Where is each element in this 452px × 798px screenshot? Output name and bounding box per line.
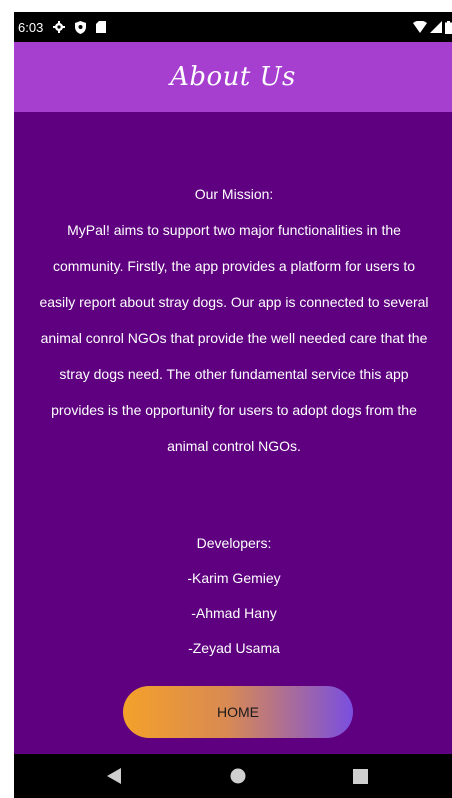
home-icon xyxy=(230,768,246,784)
about-content: Our Mission: MyPal! aims to support two … xyxy=(14,112,452,754)
home-button[interactable]: HOME xyxy=(123,686,353,738)
mission-heading: Our Mission: xyxy=(194,186,274,202)
developer-name: -Zeyad Usama xyxy=(188,640,280,656)
developer-name: -Ahmad Hany xyxy=(191,605,277,621)
shield-icon xyxy=(75,20,87,34)
mission-body: MyPal! aims to support two major functio… xyxy=(39,222,429,454)
developer-name: -Karim Gemiey xyxy=(187,570,281,586)
wifi-icon xyxy=(413,21,427,33)
nav-recents-button[interactable] xyxy=(330,754,390,798)
phone-screen: 6:03 About Us Our Mission: MyPal! aims t… xyxy=(14,12,452,798)
status-time: 6:03 xyxy=(18,19,44,35)
page-title: About Us xyxy=(170,62,296,92)
developers-section: Developers: -Karim Gemiey -Ahmad Hany -Z… xyxy=(34,526,434,666)
nav-home-button[interactable] xyxy=(208,754,268,798)
nav-back-button[interactable] xyxy=(84,754,144,798)
back-icon xyxy=(107,768,121,784)
developers-heading: Developers: xyxy=(196,535,272,551)
status-bar: 6:03 xyxy=(14,12,452,42)
battery-icon xyxy=(445,20,452,34)
app-bar: About Us xyxy=(14,42,452,112)
home-button-label: HOME xyxy=(217,704,259,720)
sd-card-icon xyxy=(96,21,107,33)
status-icons-left xyxy=(53,20,107,34)
settings-icon xyxy=(53,21,66,33)
status-icons-right xyxy=(413,12,452,42)
recents-icon xyxy=(352,768,368,784)
navigation-bar xyxy=(14,754,452,798)
mission-section: Our Mission: MyPal! aims to support two … xyxy=(34,176,434,464)
signal-icon xyxy=(430,21,442,33)
screen-frame: 6:03 About Us Our Mission: MyPal! aims t… xyxy=(0,0,452,798)
